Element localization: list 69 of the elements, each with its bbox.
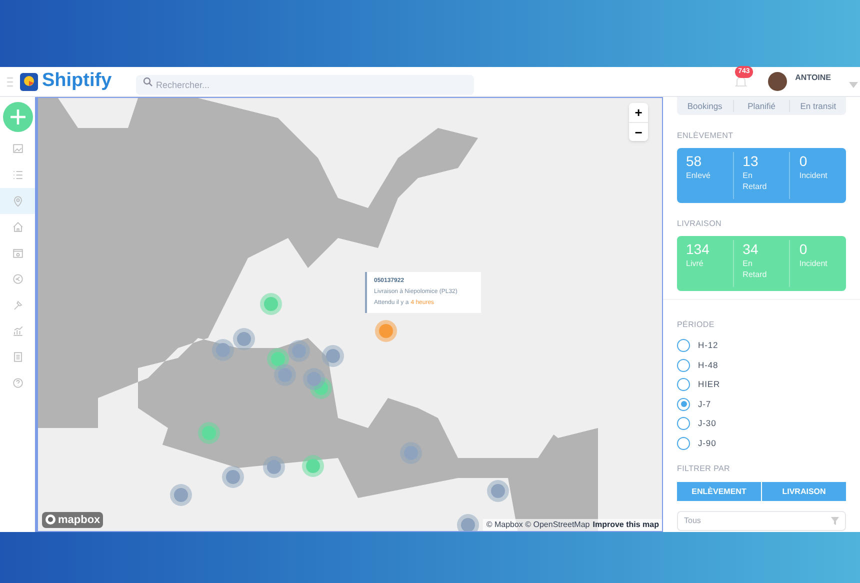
map-marker[interactable] xyxy=(267,348,289,370)
user-name[interactable]: ANTOINE xyxy=(795,72,831,84)
mapbox-logo-icon xyxy=(45,514,56,526)
map-marker[interactable] xyxy=(170,484,192,506)
radio-button[interactable] xyxy=(677,417,690,430)
radio-label[interactable]: J-30 xyxy=(698,417,716,430)
map-marker[interactable] xyxy=(260,293,282,315)
radio-label[interactable]: H-48 xyxy=(698,358,718,372)
chart-icon xyxy=(10,324,24,338)
map-marker[interactable] xyxy=(322,345,344,367)
radio-label[interactable]: H-12 xyxy=(698,339,718,352)
stat-value: 58 xyxy=(686,152,703,170)
menu-icon[interactable] xyxy=(7,76,13,88)
image-icon xyxy=(10,142,24,156)
section-title: LIVRAISON xyxy=(677,218,722,230)
calendar-icon xyxy=(10,246,24,260)
stat-value: 13 xyxy=(742,152,760,170)
section-title: ENLÈVEMENT xyxy=(677,130,734,142)
zoom-out-button[interactable]: − xyxy=(629,122,648,141)
radio-label[interactable]: HIER xyxy=(698,378,720,392)
stat-label: Incident xyxy=(799,170,828,181)
search-icon xyxy=(143,76,153,86)
help-icon xyxy=(10,376,24,390)
map-marker[interactable] xyxy=(288,340,310,362)
section-title: PÉRIODE xyxy=(677,319,716,331)
avatar[interactable] xyxy=(768,72,788,91)
map-credits[interactable]: © Mapbox © OpenStreetMap xyxy=(486,519,590,531)
add-button[interactable] xyxy=(2,102,32,132)
map-marker[interactable] xyxy=(400,442,422,464)
stat-label: En Retard xyxy=(742,170,768,192)
map-marker[interactable] xyxy=(457,514,479,531)
stat-label: Incident xyxy=(799,258,828,269)
radio-button[interactable] xyxy=(677,436,690,450)
stat-value: 34 xyxy=(742,240,760,258)
map-marker[interactable] xyxy=(375,320,397,342)
sidebar-item[interactable] xyxy=(0,188,35,214)
home-icon xyxy=(10,220,24,234)
stat-value: 134 xyxy=(686,240,710,258)
bell-icon[interactable] xyxy=(734,74,748,88)
euro-icon xyxy=(10,272,24,286)
map-marker[interactable] xyxy=(222,466,244,488)
improve-map-link[interactable]: Improve this map xyxy=(592,519,659,531)
map-marker[interactable] xyxy=(487,480,509,502)
stat-label: Livré xyxy=(686,258,704,269)
radio-label[interactable]: J-7 xyxy=(698,398,712,411)
map-marker[interactable] xyxy=(198,422,220,444)
stat-label: Enlevé xyxy=(686,170,712,181)
zoom-in-button[interactable]: + xyxy=(629,103,648,122)
radio-button[interactable] xyxy=(677,378,690,392)
filter-icon xyxy=(831,517,839,525)
radio-button[interactable] xyxy=(677,398,690,411)
stat-value: 0 xyxy=(799,240,808,258)
map-marker[interactable] xyxy=(233,328,255,350)
parrot-logo-icon xyxy=(20,72,38,90)
caret-icon[interactable] xyxy=(849,82,858,88)
radio-label[interactable]: J-90 xyxy=(698,436,716,450)
search-field[interactable]: Rechercher... xyxy=(136,74,474,94)
list-icon xyxy=(10,168,24,182)
map-marker[interactable] xyxy=(303,368,325,390)
brand-name: Shiptify xyxy=(42,69,113,94)
stat-value: 0 xyxy=(799,152,808,170)
map-marker[interactable] xyxy=(263,456,285,478)
map-marker[interactable] xyxy=(212,339,234,361)
map-marker[interactable] xyxy=(274,364,296,386)
section-title: FILTRER PAR xyxy=(677,463,732,475)
radio-button[interactable] xyxy=(677,339,690,352)
stat-label: En Retard xyxy=(742,258,768,280)
radio-button[interactable] xyxy=(677,358,690,372)
map-marker[interactable] xyxy=(302,455,324,477)
